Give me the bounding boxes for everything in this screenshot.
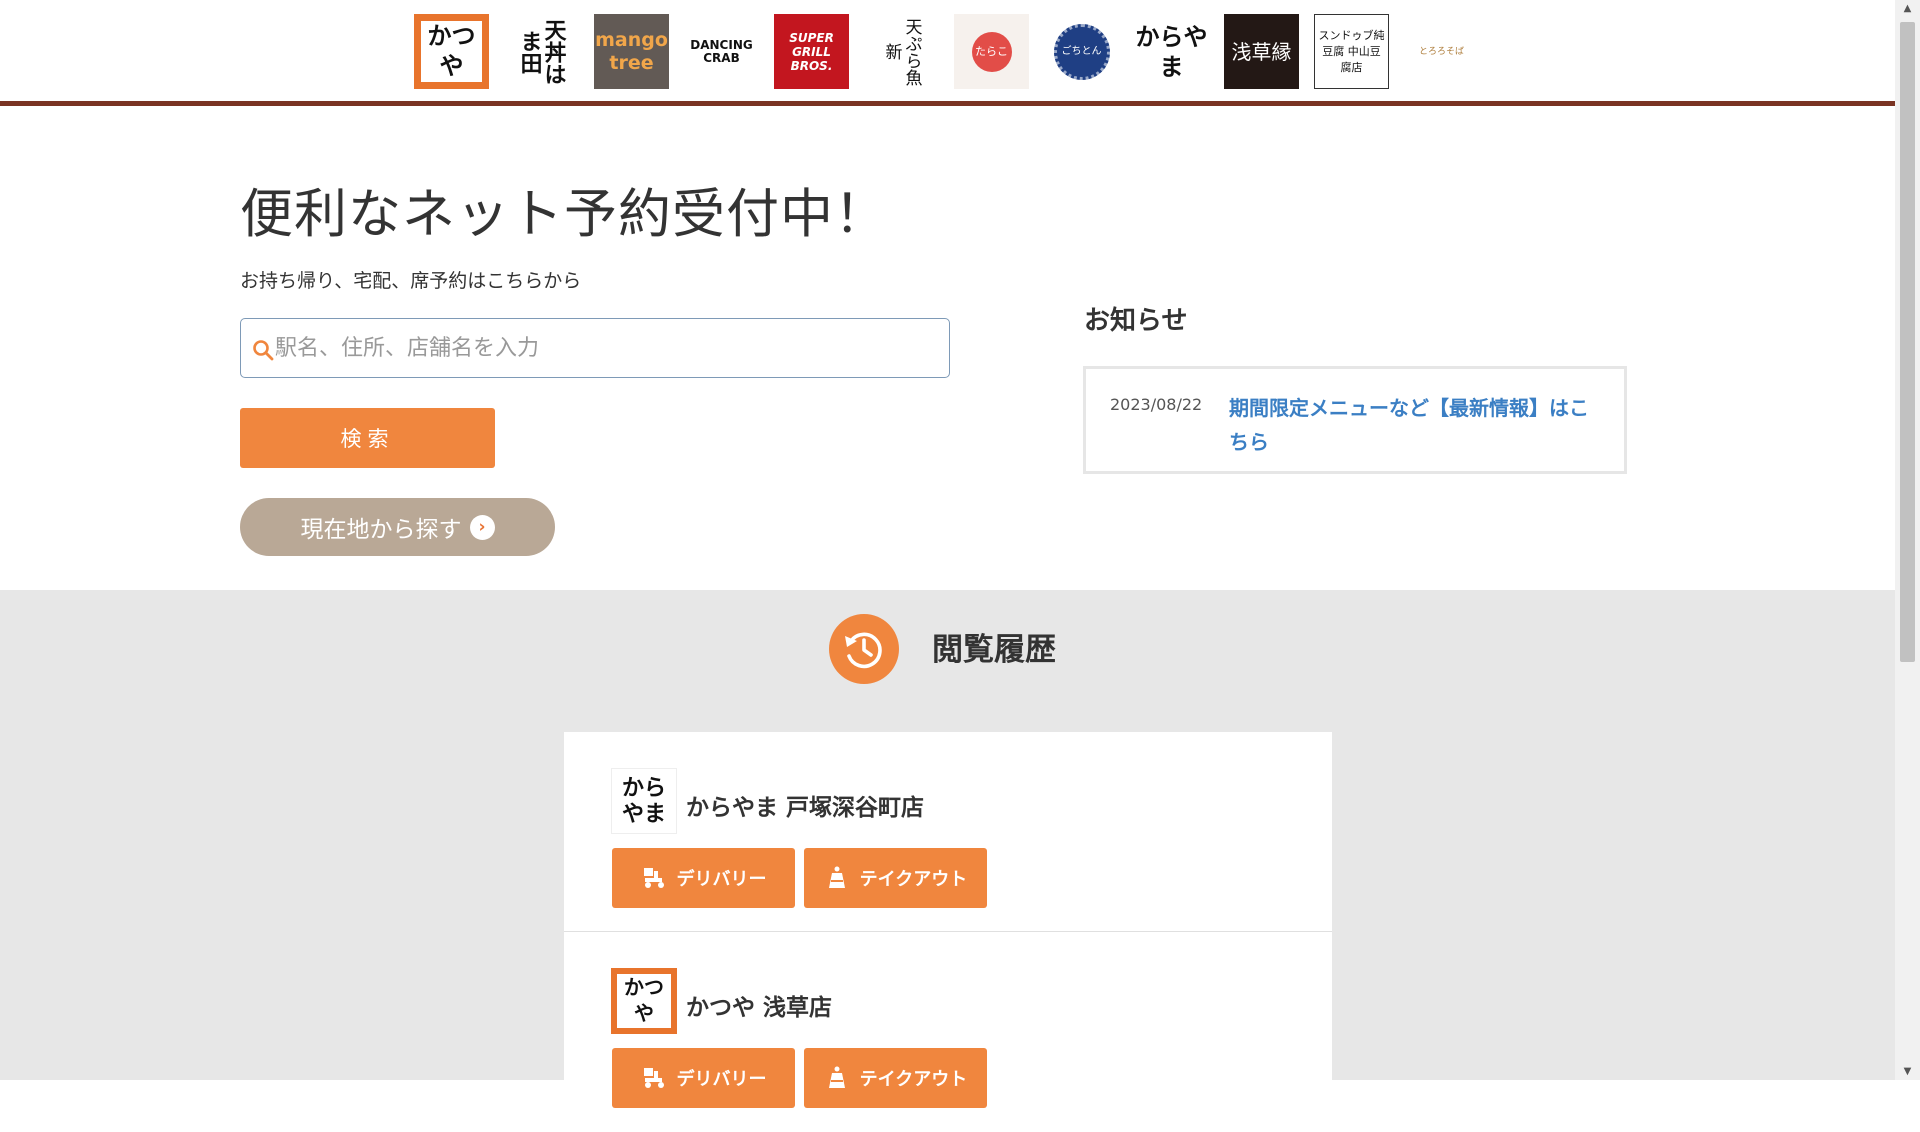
brand-logo-text: スンドゥブ純豆腐 中山豆腐店 <box>1318 28 1385 74</box>
page-subtitle: お持ち帰り、宅配、席予約はこちらから <box>240 270 582 292</box>
brand-logo-tarako[interactable]: たらこ <box>954 14 1029 89</box>
page-scrollbar[interactable]: ▲ ▼ <box>1895 0 1920 1080</box>
brand-bar: かつや 天丼はま田 mango tree DANCING CRAB SUPER … <box>0 0 1895 106</box>
brand-logo-text: mango tree <box>595 28 668 74</box>
delivery-label: デリバリー <box>676 1069 767 1090</box>
brand-logo-gochiton[interactable]: ごちとん <box>1044 14 1119 89</box>
history-item: からやま からやま 戸塚深谷町店 デリバリー テイクアウト <box>564 732 1332 932</box>
brand-logo-text: DANCING CRAB <box>690 37 753 65</box>
brand-logo-text: SUPER GRILL BROS. <box>789 30 834 73</box>
brand-logo-text: とろろそば <box>1418 46 1464 57</box>
brand-logo-text: たらこ <box>975 44 1008 58</box>
takeout-label: テイクアウト <box>859 1069 968 1090</box>
brand-logo-text: からやま <box>1135 21 1208 81</box>
shop-logo-text: かつや <box>624 975 664 1025</box>
delivery-button[interactable]: デリバリー <box>612 1048 795 1108</box>
brand-logo-katsuya[interactable]: かつや <box>414 14 489 89</box>
search-input[interactable] <box>275 319 935 377</box>
brand-logo-sundubu[interactable]: スンドゥブ純豆腐 中山豆腐店 <box>1314 14 1389 89</box>
takeout-bag-icon <box>828 1066 845 1088</box>
current-location-label: 現在地から探す <box>300 517 462 543</box>
brand-logo-hamada[interactable]: 天丼はま田 <box>504 14 579 89</box>
takeout-button[interactable]: テイクアウト <box>804 1048 987 1108</box>
brand-logo-tororo-soba[interactable]: とろろそば <box>1404 14 1479 89</box>
brand-logo-asakusa-en[interactable]: 浅草縁 <box>1224 14 1299 89</box>
brand-logo-mango-tree[interactable]: mango tree <box>594 14 669 89</box>
shop-logo-text: からやま <box>621 775 666 827</box>
news-date: 2023/08/22 <box>1110 395 1203 414</box>
brand-logo-uoshin[interactable]: 天ぷら魚新 <box>864 14 939 89</box>
brand-logo-list: かつや 天丼はま田 mango tree DANCING CRAB SUPER … <box>414 14 1479 89</box>
history-icon <box>829 614 899 684</box>
current-location-button[interactable]: 現在地から探す › <box>240 498 555 556</box>
search-icon <box>253 340 274 361</box>
search-box <box>240 318 950 378</box>
brand-logo-text: 天ぷら魚新 <box>881 17 922 86</box>
page-title: 便利なネット予約受付中！ <box>240 184 888 245</box>
brand-logo-text: 浅草縁 <box>1231 39 1292 64</box>
chevron-right-icon: › <box>469 514 495 540</box>
scroll-thumb[interactable] <box>1900 22 1915 662</box>
brand-logo-text: かつや <box>427 21 476 80</box>
scroll-down-arrow-icon[interactable]: ▼ <box>1895 1063 1920 1080</box>
brand-logo-dancing-crab[interactable]: DANCING CRAB <box>684 14 759 89</box>
brand-logo-super-grill-bros[interactable]: SUPER GRILL BROS. <box>774 14 849 89</box>
shop-logo-karayama[interactable]: からやま <box>611 768 677 834</box>
takeout-bag-icon <box>828 866 845 888</box>
news-link[interactable]: 期間限定メニューなど【最新情報】はこちら <box>1229 391 1599 459</box>
takeout-label: テイクアウト <box>859 869 968 890</box>
takeout-button[interactable]: テイクアウト <box>804 848 987 908</box>
shop-name[interactable]: かつや 浅草店 <box>686 988 832 1022</box>
news-list: 2023/08/22 期間限定メニューなど【最新情報】はこちら <box>1083 366 1627 474</box>
scroll-up-arrow-icon[interactable]: ▲ <box>1895 0 1920 17</box>
delivery-scooter-icon <box>643 1068 664 1088</box>
history-list: からやま からやま 戸塚深谷町店 デリバリー テイクアウト かつや かつや 浅草… <box>564 732 1332 1108</box>
delivery-scooter-icon <box>643 868 664 888</box>
shop-logo-katsuya[interactable]: かつや <box>611 968 677 1034</box>
history-section: 閲覧履歴 からやま からやま 戸塚深谷町店 デリバリー テイクアウト かつや か… <box>0 590 1895 1108</box>
search-button[interactable]: 検索 <box>240 408 495 468</box>
news-heading: お知らせ <box>1084 306 1188 336</box>
delivery-button[interactable]: デリバリー <box>612 848 795 908</box>
delivery-label: デリバリー <box>676 869 767 890</box>
brand-logo-karayama[interactable]: からやま <box>1134 14 1209 89</box>
shop-name[interactable]: からやま 戸塚深谷町店 <box>686 788 924 822</box>
brand-logo-text: ごちとん <box>1061 45 1102 57</box>
brand-logo-text: 天丼はま田 <box>516 18 567 85</box>
history-item: かつや かつや 浅草店 デリバリー テイクアウト <box>564 932 1332 1132</box>
history-heading: 閲覧履歴 <box>932 632 1056 668</box>
